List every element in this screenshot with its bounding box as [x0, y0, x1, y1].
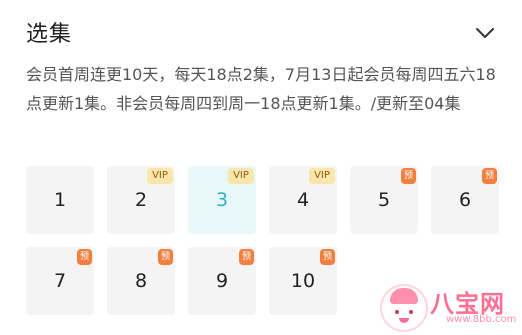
- preview-badge: 预: [401, 168, 416, 184]
- vip-badge: VIP: [228, 168, 254, 184]
- vip-badge: VIP: [147, 168, 173, 184]
- preview-badge: 预: [158, 249, 173, 265]
- episode-tile-3[interactable]: 3 VIP: [188, 166, 256, 234]
- update-schedule-text: 会员首周连更10天，每天18点2集，7月13日起会员每周四五六18点更新1集。非…: [26, 65, 496, 113]
- preview-badge: 预: [482, 168, 497, 184]
- vip-badge: VIP: [309, 168, 335, 184]
- episode-header: 选集: [26, 16, 496, 52]
- watermark: 八宝网 www.8bb.com: [380, 284, 520, 332]
- episode-tile-10[interactable]: 10 预: [269, 247, 337, 315]
- episode-tile-6[interactable]: 6 预: [431, 166, 499, 234]
- episode-tile-7[interactable]: 7 预: [26, 247, 94, 315]
- chevron-down-icon[interactable]: [474, 22, 496, 44]
- episode-tile-2[interactable]: 2 VIP: [107, 166, 175, 234]
- watermark-url: www.8bb.com: [446, 314, 517, 325]
- episode-tile-5[interactable]: 5 预: [350, 166, 418, 234]
- watermark-logo-icon: [380, 284, 428, 332]
- episode-tile-4[interactable]: 4 VIP: [269, 166, 337, 234]
- preview-badge: 预: [239, 249, 254, 265]
- preview-badge: 预: [320, 249, 335, 265]
- episode-number: 1: [53, 189, 67, 211]
- episode-tile-8[interactable]: 8 预: [107, 247, 175, 315]
- episode-tile-1[interactable]: 1: [26, 166, 94, 234]
- preview-badge: 预: [77, 249, 92, 265]
- section-title: 选集: [26, 22, 73, 47]
- episode-tile-9[interactable]: 9 预: [188, 247, 256, 315]
